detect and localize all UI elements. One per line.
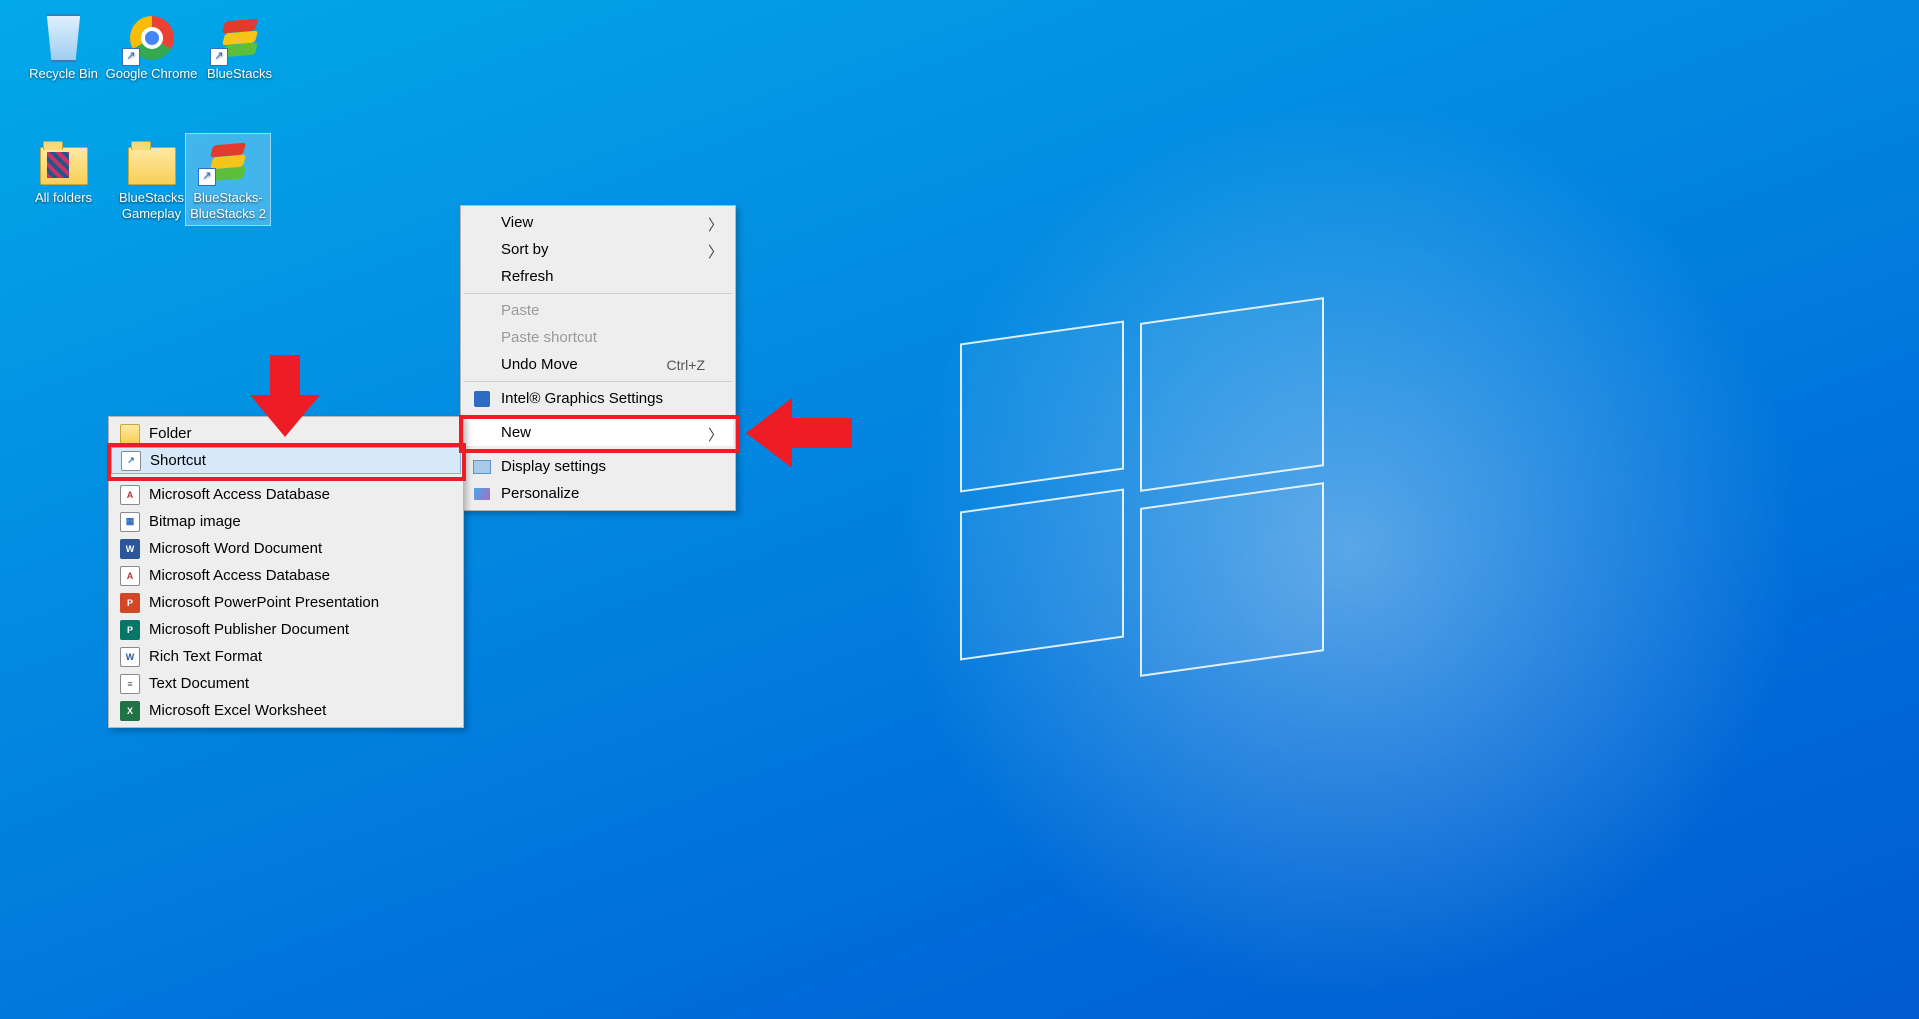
menu-label: Folder	[149, 425, 433, 442]
menu-shortcut: Ctrl+Z	[667, 357, 706, 373]
desktop-icon-bluestacks-gameplay[interactable]: BlueStacks Gameplay	[104, 138, 199, 221]
menu-item-paste: Paste	[463, 297, 733, 324]
menu-label: Microsoft Access Database	[149, 567, 433, 584]
menu-label: Intel® Graphics Settings	[501, 390, 705, 407]
submenu-item-access[interactable]: A Microsoft Access Database	[111, 481, 461, 508]
menu-item-personalize[interactable]: Personalize	[463, 480, 733, 507]
menu-label: Personalize	[501, 485, 705, 502]
personalize-icon	[471, 484, 493, 504]
intel-graphics-icon	[471, 389, 493, 409]
menu-separator	[464, 415, 732, 416]
desktop-icon-label: BlueStacks	[207, 66, 272, 81]
menu-label: New	[501, 424, 705, 441]
submenu-item-word[interactable]: W Microsoft Word Document	[111, 535, 461, 562]
submenu-item-access-2[interactable]: A Microsoft Access Database	[111, 562, 461, 589]
menu-label: Microsoft Access Database	[149, 486, 433, 503]
menu-item-display-settings[interactable]: Display settings	[463, 453, 733, 480]
menu-label: View	[501, 214, 705, 231]
menu-label: Paste	[501, 302, 705, 319]
menu-label: Microsoft Excel Worksheet	[149, 702, 433, 719]
menu-label: Shortcut	[150, 452, 432, 469]
submenu-item-folder[interactable]: Folder	[111, 420, 461, 447]
submenu-item-powerpoint[interactable]: P Microsoft PowerPoint Presentation	[111, 589, 461, 616]
desktop-icon-label: Google Chrome	[106, 66, 198, 81]
bitmap-icon: ▦	[119, 512, 141, 532]
desktop-icon-label: BlueStacks-BlueStacks 2	[190, 190, 266, 221]
menu-label: Paste shortcut	[501, 329, 705, 346]
desktop-icon-all-folders[interactable]: All folders	[16, 138, 111, 206]
new-submenu: Folder ↗ Shortcut A Microsoft Access Dat…	[108, 416, 464, 728]
menu-label: Microsoft PowerPoint Presentation	[149, 594, 433, 611]
menu-separator	[464, 449, 732, 450]
tutorial-arrow-left-icon	[742, 398, 852, 468]
desktop-icon-bluestacks-bluestacks2[interactable]: ↗ BlueStacks-BlueStacks 2	[186, 134, 270, 225]
chevron-right-icon: 〉	[708, 424, 723, 445]
desktop-context-menu: View 〉 Sort by 〉 Refresh Paste Paste sho…	[460, 205, 736, 511]
submenu-item-excel[interactable]: X Microsoft Excel Worksheet	[111, 697, 461, 724]
desktop-icon-google-chrome[interactable]: ↗ Google Chrome	[104, 14, 199, 82]
menu-item-intel-graphics[interactable]: Intel® Graphics Settings	[463, 385, 733, 412]
submenu-item-text[interactable]: ≡ Text Document	[111, 670, 461, 697]
chevron-right-icon: 〉	[708, 214, 723, 235]
menu-label: Microsoft Word Document	[149, 540, 433, 557]
shortcut-overlay-icon: ↗	[210, 48, 228, 66]
submenu-item-shortcut[interactable]: ↗ Shortcut	[111, 447, 461, 474]
desktop-icon-recycle-bin[interactable]: Recycle Bin	[16, 14, 111, 82]
access-icon: A	[119, 566, 141, 586]
powerpoint-icon: P	[119, 593, 141, 613]
rtf-icon: W	[119, 647, 141, 667]
menu-label: Microsoft Publisher Document	[149, 621, 433, 638]
folder-icon	[119, 424, 141, 444]
menu-item-new[interactable]: New 〉	[463, 419, 733, 446]
menu-item-sort-by[interactable]: Sort by 〉	[463, 236, 733, 263]
menu-item-view[interactable]: View 〉	[463, 209, 733, 236]
desktop-icon-label: All folders	[35, 190, 92, 205]
recycle-bin-icon	[40, 14, 88, 62]
folder-icon	[40, 138, 88, 186]
word-icon: W	[119, 539, 141, 559]
menu-item-paste-shortcut: Paste shortcut	[463, 324, 733, 351]
text-icon: ≡	[119, 674, 141, 694]
menu-label: Bitmap image	[149, 513, 433, 530]
menu-label: Text Document	[149, 675, 433, 692]
desktop-icon-label: Recycle Bin	[29, 66, 98, 81]
menu-separator	[112, 477, 460, 478]
folder-icon	[128, 138, 176, 186]
menu-label: Sort by	[501, 241, 705, 258]
excel-icon: X	[119, 701, 141, 721]
shortcut-icon: ↗	[120, 451, 142, 471]
submenu-item-publisher[interactable]: P Microsoft Publisher Document	[111, 616, 461, 643]
desktop-icon-bluestacks[interactable]: ↗ BlueStacks	[192, 14, 287, 82]
shortcut-overlay-icon: ↗	[198, 168, 216, 186]
menu-label: Rich Text Format	[149, 648, 433, 665]
menu-label: Refresh	[501, 268, 705, 285]
desktop-icon-label: BlueStacks Gameplay	[119, 190, 184, 221]
menu-label: Display settings	[501, 458, 705, 475]
publisher-icon: P	[119, 620, 141, 640]
access-icon: A	[119, 485, 141, 505]
menu-separator	[464, 293, 732, 294]
submenu-item-rtf[interactable]: W Rich Text Format	[111, 643, 461, 670]
menu-separator	[464, 381, 732, 382]
desktop[interactable]: Recycle Bin ↗ Google Chrome ↗ BlueStacks…	[0, 0, 1919, 1019]
menu-item-undo-move[interactable]: Undo Move Ctrl+Z	[463, 351, 733, 378]
chevron-right-icon: 〉	[708, 241, 723, 262]
shortcut-overlay-icon: ↗	[122, 48, 140, 66]
submenu-item-bitmap[interactable]: ▦ Bitmap image	[111, 508, 461, 535]
display-settings-icon	[471, 457, 493, 477]
menu-label: Undo Move	[501, 356, 637, 373]
windows-logo-watermark	[960, 310, 1320, 670]
menu-item-refresh[interactable]: Refresh	[463, 263, 733, 290]
